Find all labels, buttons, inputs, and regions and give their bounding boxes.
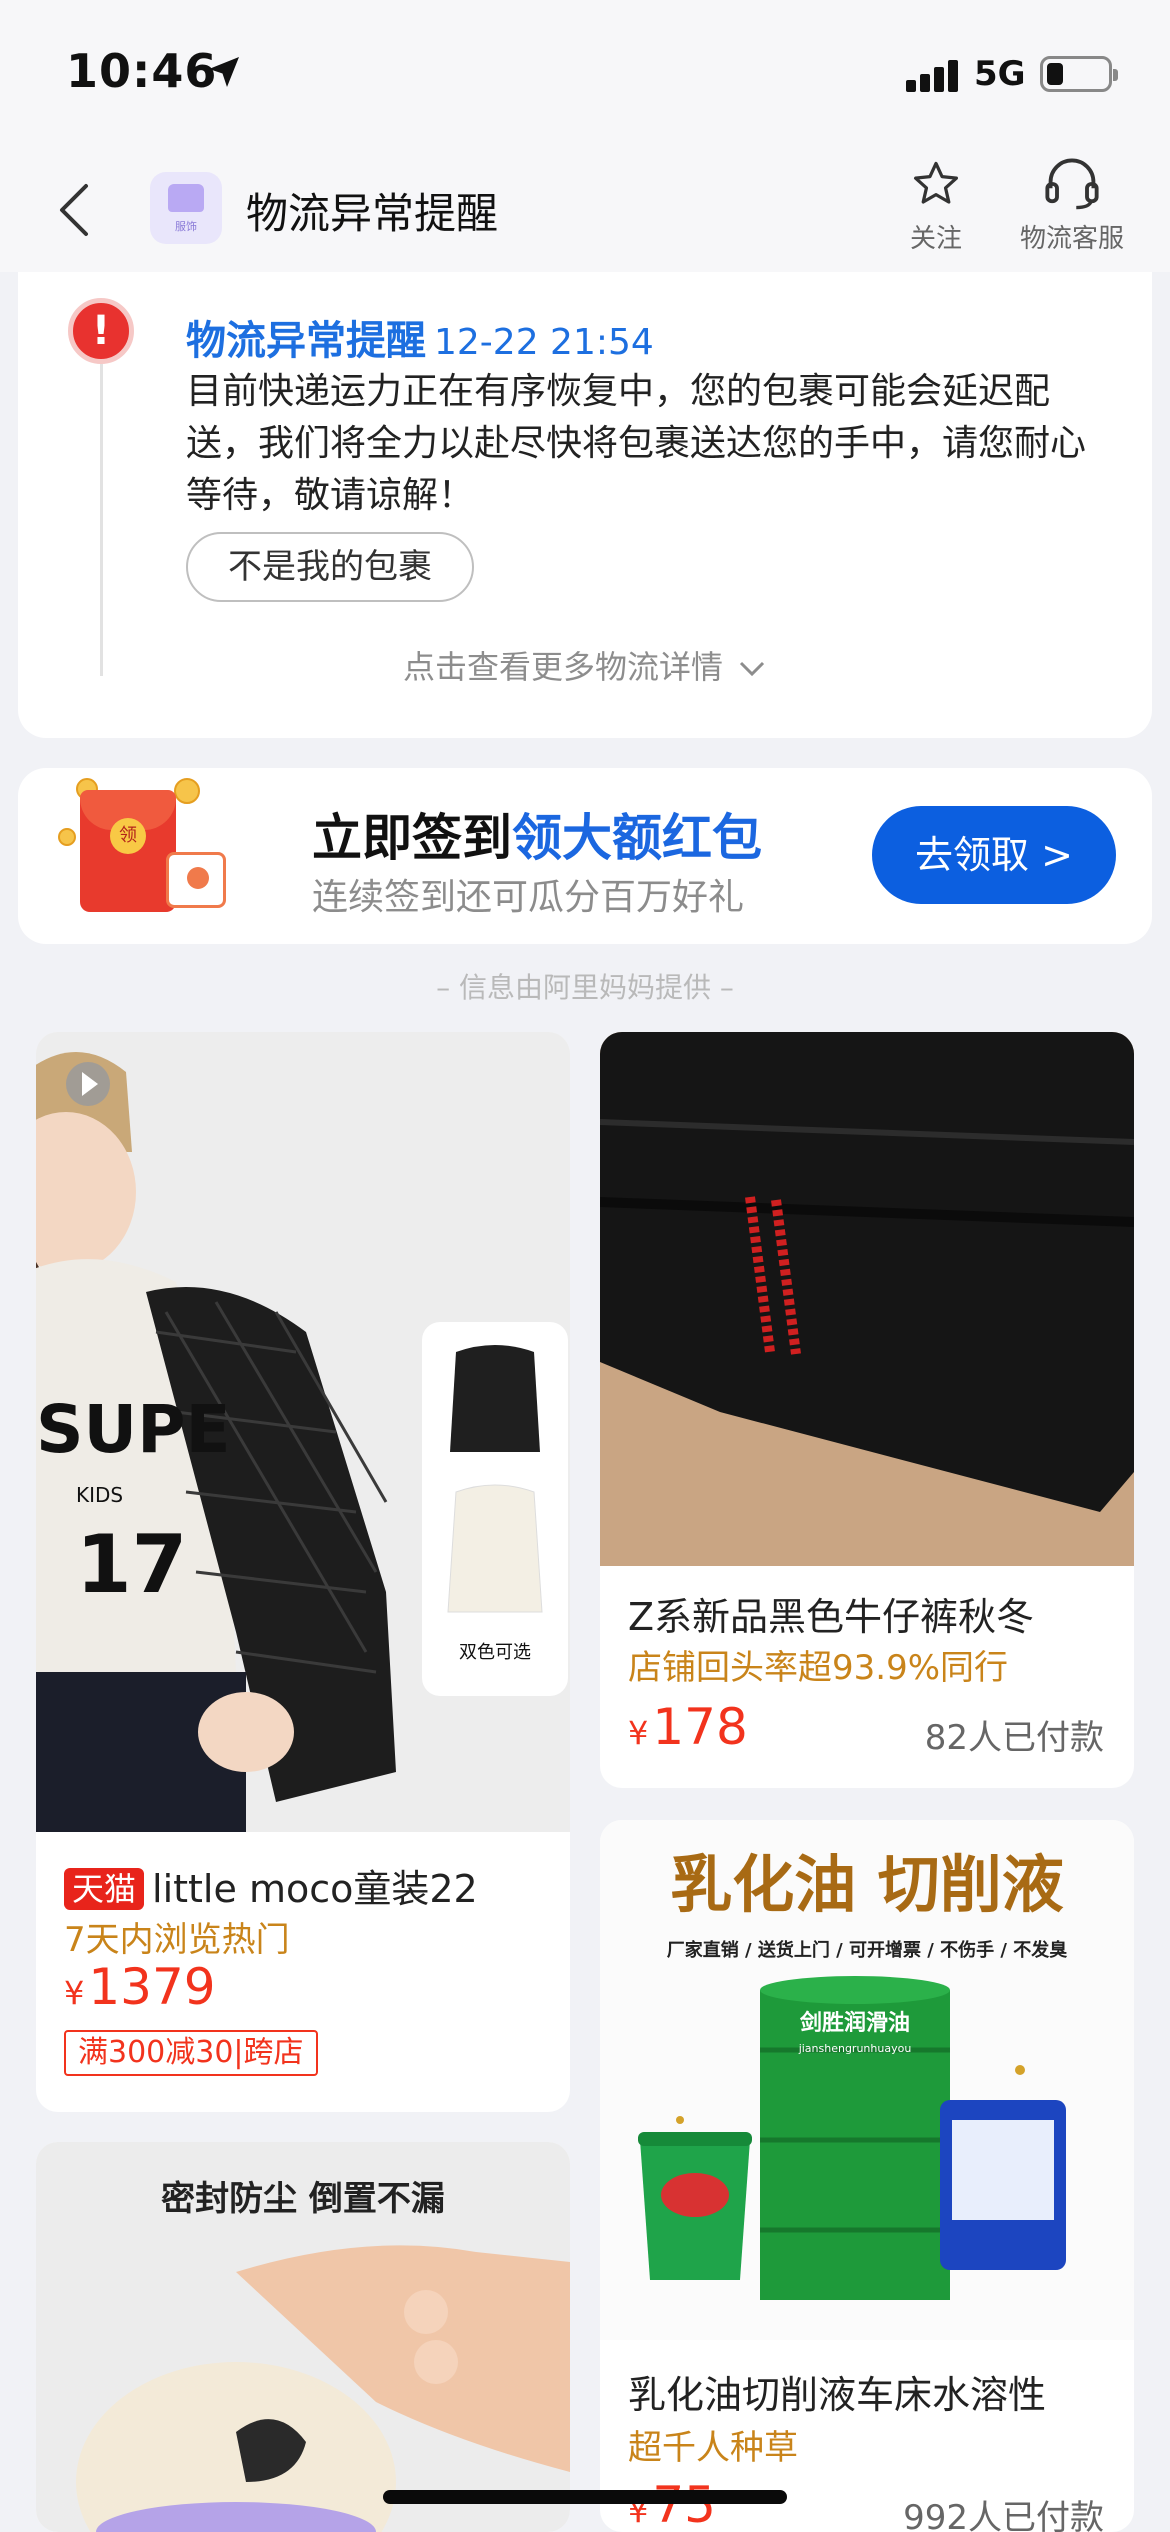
app-avatar: 服饰 [150, 172, 222, 244]
product-card[interactable]: 密封防尘 倒置不漏 [36, 2142, 570, 2532]
price-value: 75 [652, 2476, 716, 2532]
product-headline-text: 乳化油 切削液 [670, 1848, 1064, 1921]
product-name: Z系新品黑色牛仔裤秋冬 [628, 1595, 1035, 1639]
logistics-alert-card: ! 物流异常提醒 12-22 21:54 目前快递运力正在有序恢复中，您的包裹可能… [18, 272, 1152, 738]
product-name: 乳化油切削液车床水溶性 [628, 2373, 1047, 2417]
coupon-badge: 满300减30|跨店 [64, 2030, 318, 2076]
location-arrow-icon [209, 57, 239, 87]
signin-promo-banner[interactable]: 领 立即签到领大额红包 连续签到还可瓜分百万好礼 去领取 > [18, 768, 1152, 944]
sold-count: 82人已付款 [924, 1718, 1104, 1758]
shirt-icon [168, 184, 204, 212]
ad-provider-note: – 信息由阿里妈妈提供 – [436, 971, 734, 1004]
promo-subtitle: 连续签到还可瓜分百万好礼 [312, 877, 745, 918]
app-avatar-caption: 服饰 [175, 220, 197, 233]
product-tag: 超千人种草 [628, 2428, 798, 2468]
cellular-signal-icon [906, 58, 960, 92]
logistics-header: 物流异常提醒 12-22 21:54 [186, 308, 654, 366]
product-card[interactable]: Z系新品黑色牛仔裤秋冬 店铺回头率超93.9%同行 ¥178 82人已付款 [600, 1032, 1134, 1788]
tmall-badge: 天猫 [64, 1868, 145, 1910]
logistics-message: 目前快递运力正在有序恢复中，您的包裹可能会延迟配送，我们将全力以赴尽快将包裹送达… [186, 371, 1087, 516]
follow-button[interactable]: 关注 [876, 158, 996, 258]
product-card[interactable]: 乳化油 切削液 厂家直销 / 送货上门 / 可开增票 / 不伤手 / 不发臭 剑… [600, 1820, 1134, 2532]
product-tag: 店铺回头率超93.9%同行 [628, 1648, 1009, 1688]
drum-brand-text: 剑胜润滑油 [799, 2010, 910, 2036]
customer-service-button[interactable]: 物流客服 [1012, 158, 1132, 258]
star-icon [914, 161, 958, 204]
back-arrow-icon[interactable] [54, 180, 94, 240]
logistics-title: 物流异常提醒 [186, 318, 426, 364]
red-envelope-icon: 领 [80, 790, 176, 912]
envelope-seal: 领 [110, 818, 146, 854]
product-title: 天猫 little moco童装22 [64, 1858, 478, 1913]
coin-icon [174, 778, 200, 804]
more-logistics-link[interactable]: 点击查看更多物流详情 [18, 642, 1152, 688]
not-my-package-button[interactable]: 不是我的包裹 [186, 532, 474, 602]
currency-symbol: ¥ [64, 1974, 85, 2012]
home-indicator [383, 2490, 787, 2504]
timeline-line [100, 332, 103, 676]
price-value: 1379 [88, 1958, 216, 2016]
drum-pinyin-text: jianshengrunhuayou [798, 2042, 912, 2055]
product-price: ¥75 [628, 2476, 716, 2532]
status-bar: 10:46 5G [0, 0, 1170, 150]
battery-icon [1040, 56, 1118, 92]
promo-title: 立即签到领大额红包 [312, 798, 762, 870]
product-card[interactable]: SUPE KIDS 17 双色可选 天猫 little moco童装22 7天内浏… [36, 1032, 570, 2112]
exclamation-icon: ! [68, 298, 134, 364]
headset-icon [1045, 158, 1099, 210]
product-image: 密封防尘 倒置不漏 [36, 2142, 570, 2532]
follow-label: 关注 [909, 224, 962, 254]
variants-text: 双色可选 [459, 1642, 531, 1663]
product-image-text: 密封防尘 倒置不漏 [161, 2179, 445, 2219]
customer-service-label: 物流客服 [1019, 224, 1124, 254]
product-image: SUPE KIDS 17 双色可选 [36, 1032, 570, 1832]
product-image [600, 1032, 1134, 1566]
promo-title-main: 立即签到 [312, 809, 512, 867]
claim-button[interactable]: 去领取 > [872, 806, 1116, 904]
nav-bar: 服饰 物流异常提醒 关注 物流客服 [0, 150, 1170, 272]
chevron-down-icon [739, 661, 765, 677]
product-price: ¥1379 [64, 1958, 216, 2016]
product-price: ¥178 [628, 1698, 748, 1756]
status-time: 10:46 [66, 44, 218, 98]
product-image: 乳化油 切削液 厂家直销 / 送货上门 / 可开增票 / 不伤手 / 不发臭 剑… [600, 1820, 1134, 2340]
sweater-text: SUPE [36, 1391, 231, 1468]
price-value: 178 [652, 1698, 748, 1756]
product-name: little moco童装22 [152, 1867, 478, 1911]
logistics-datetime: 12-22 21:54 [434, 322, 654, 363]
product-features-text: 厂家直销 / 送货上门 / 可开增票 / 不伤手 / 不发臭 [667, 1939, 1067, 1961]
sold-count: 992人已付款 [903, 2498, 1104, 2532]
sweater-number-text: 17 [76, 1518, 187, 1611]
promo-title-highlight: 领大额红包 [512, 809, 762, 867]
sweater-kids-text: KIDS [76, 1483, 123, 1507]
network-type: 5G [974, 54, 1026, 94]
more-logistics-label: 点击查看更多物流详情 [402, 648, 723, 686]
page-title: 物流异常提醒 [246, 189, 499, 238]
product-tag: 7天内浏览热门 [64, 1920, 290, 1960]
currency-symbol: ¥ [628, 1714, 649, 1752]
calendar-check-icon [166, 852, 226, 908]
coin-icon [58, 828, 76, 846]
